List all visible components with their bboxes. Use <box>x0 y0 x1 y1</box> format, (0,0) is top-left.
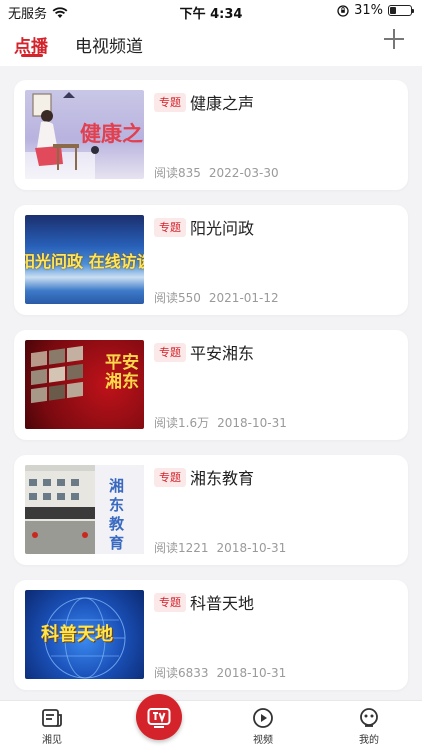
play-circle-icon <box>253 708 273 728</box>
thumbnail: 平安湘东 <box>25 340 144 429</box>
orientation-lock-icon <box>337 4 349 17</box>
tab-tv-channels[interactable]: 电视频道 <box>75 32 143 57</box>
item-title: 平安湘东 <box>190 344 255 363</box>
item-meta: 阅读550 2021-01-12 <box>154 289 279 306</box>
top-nav: 点播 电视频道 <box>0 22 422 66</box>
thumbnail: 湘东教育 <box>25 465 144 554</box>
thumbnail-caption: 阳光问政 在线访谈 <box>25 252 144 271</box>
item-title: 科普天地 <box>190 594 255 613</box>
thumbnail: 健康之 <box>25 90 144 179</box>
item-title: 湘东教育 <box>190 469 255 488</box>
tv-button[interactable] <box>136 694 182 740</box>
thumbnail-caption: 健康之 <box>80 122 143 146</box>
topic-badge: 专题 <box>154 93 186 112</box>
read-count: 阅读6833 <box>154 666 209 680</box>
news-icon <box>42 709 62 727</box>
tab-video[interactable]: 视频 <box>233 707 293 746</box>
list-item[interactable]: 健康之 专题 健康之声 阅读835 2022-03-30 <box>14 80 408 190</box>
status-bar: 无服务 下午 4:34 31% <box>0 0 422 22</box>
thumbnail-caption: 湘东教育 <box>109 477 125 552</box>
topic-badge: 专题 <box>154 593 186 612</box>
item-meta: 阅读1.6万 2018-10-31 <box>154 414 287 431</box>
publish-date: 2021-01-12 <box>208 291 279 305</box>
read-count: 阅读1.6万 <box>154 416 210 430</box>
read-count: 阅读550 <box>154 291 201 305</box>
topic-badge: 专题 <box>154 343 186 362</box>
topic-badge: 专题 <box>154 218 186 237</box>
thumbnail: 科普天地 <box>25 590 144 679</box>
battery-icon <box>388 5 414 16</box>
topic-badge: 专题 <box>154 468 186 487</box>
tab-video-label: 视频 <box>253 735 273 746</box>
topic-list: 健康之 专题 健康之声 阅读835 2022-03-30 阳光问政 在线访谈 专题… <box>14 80 408 705</box>
publish-date: 2018-10-31 <box>217 416 287 430</box>
list-item[interactable]: 湘东教育 专题 湘东教育 阅读1221 2018-10-31 <box>14 455 408 565</box>
tab-mine-label: 我的 <box>359 735 379 746</box>
tab-mine[interactable]: 我的 <box>339 707 399 746</box>
thumbnail-caption: 平安湘东 <box>105 353 139 392</box>
item-title: 健康之声 <box>190 94 255 113</box>
tab-xiangjian[interactable]: 湘见 <box>22 707 82 746</box>
tab-xiangjian-label: 湘见 <box>42 735 62 746</box>
profile-icon <box>360 708 378 727</box>
item-title: 阳光问政 <box>190 219 255 238</box>
item-meta: 阅读1221 2018-10-31 <box>154 539 286 556</box>
publish-date: 2018-10-31 <box>216 541 287 555</box>
publish-date: 2018-10-31 <box>216 666 287 680</box>
publish-date: 2022-03-30 <box>208 166 279 180</box>
battery-percent: 31% <box>354 3 383 18</box>
read-count: 阅读1221 <box>154 541 209 555</box>
item-meta: 阅读6833 2018-10-31 <box>154 664 286 681</box>
thumbnail-caption: 科普天地 <box>41 624 113 645</box>
add-icon[interactable] <box>384 29 404 49</box>
list-item[interactable]: 科普天地 专题 科普天地 阅读6833 2018-10-31 <box>14 580 408 690</box>
active-tab-indicator <box>21 54 43 57</box>
bottom-tab-bar: 湘见 视频 我的 <box>0 700 422 750</box>
list-item[interactable]: 阳光问政 在线访谈 专题 阳光问政 阅读550 2021-01-12 <box>14 205 408 315</box>
item-meta: 阅读835 2022-03-30 <box>154 164 279 181</box>
tv-icon <box>147 708 171 728</box>
thumbnail: 阳光问政 在线访谈 <box>25 215 144 304</box>
list-item[interactable]: 平安湘东 专题 平安湘东 阅读1.6万 2018-10-31 <box>14 330 408 440</box>
read-count: 阅读835 <box>154 166 201 180</box>
